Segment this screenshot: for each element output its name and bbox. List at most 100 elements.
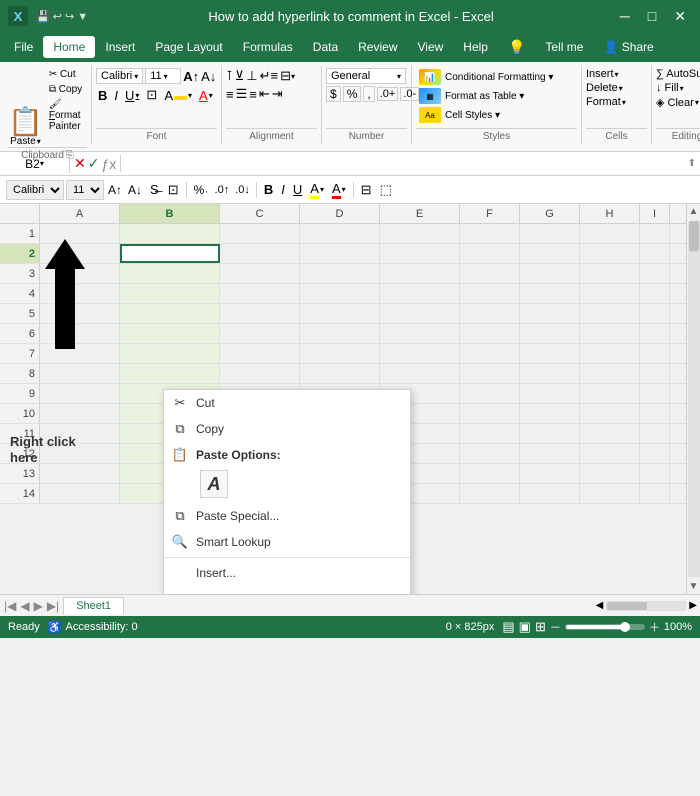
font-family-select[interactable]: Calibri▾ (96, 68, 143, 84)
toolbar-percent-btn[interactable]: % , (191, 182, 211, 198)
menu-file[interactable]: File (4, 36, 43, 58)
toolbar-font-select[interactable]: Calibri (6, 180, 64, 200)
grid-cell[interactable] (380, 284, 460, 303)
grid-cell[interactable] (220, 304, 300, 323)
grid-cell[interactable] (520, 384, 580, 403)
grid-cell[interactable] (220, 244, 300, 263)
menu-share[interactable]: 👤 Share (593, 36, 663, 58)
grid-cell[interactable] (120, 284, 220, 303)
grid-cell[interactable] (220, 364, 300, 383)
toolbar-borders-btn[interactable]: ⊟ (358, 181, 375, 199)
grid-cell[interactable] (520, 264, 580, 283)
insert-cells-btn[interactable]: Insert ▾ (586, 68, 619, 80)
dec-up-btn[interactable]: .0+ (377, 87, 399, 101)
menu-view[interactable]: View (408, 36, 454, 58)
grid-cell[interactable] (300, 224, 380, 243)
grid-cell[interactable] (580, 424, 640, 443)
grid-cell[interactable] (580, 344, 640, 363)
grid-cell[interactable] (460, 304, 520, 323)
toolbar-size-select[interactable]: 11 (66, 180, 104, 200)
sheet-first-btn[interactable]: |◀ (4, 599, 16, 613)
wrap-text-btn[interactable]: ↵≡ (260, 68, 278, 84)
sheet-next-btn[interactable]: ▶ (34, 599, 43, 613)
grid-cell[interactable] (460, 224, 520, 243)
grid-cell[interactable] (520, 224, 580, 243)
grid-cell[interactable] (460, 484, 520, 503)
number-format-select[interactable]: General▾ (326, 68, 406, 84)
horizontal-scrollbar[interactable]: ◀ ▶ (593, 595, 700, 616)
grid-cell[interactable] (460, 464, 520, 483)
ctx-copy[interactable]: ⧉ Copy (164, 416, 410, 442)
toolbar-extra-btn[interactable]: ⬚ (377, 181, 395, 199)
delete-cells-btn[interactable]: Delete ▾ (586, 82, 623, 94)
grid-cell[interactable] (580, 404, 640, 423)
grid-cell[interactable] (380, 224, 460, 243)
currency-btn[interactable]: $ (326, 86, 341, 102)
grid-cell[interactable] (120, 324, 220, 343)
grid-cell[interactable] (380, 364, 460, 383)
merge-center-btn[interactable]: ⊟▾ (280, 68, 295, 84)
grid-cell[interactable] (580, 444, 640, 463)
grid-cell[interactable] (220, 284, 300, 303)
corner-cell[interactable] (0, 204, 40, 223)
minimize-btn[interactable]: ─ (614, 6, 636, 26)
col-header-d[interactable]: D (300, 204, 380, 223)
formula-input[interactable] (121, 162, 683, 166)
toolbar-bold-btn[interactable]: B (261, 181, 276, 198)
grid-cell[interactable] (640, 304, 670, 323)
col-header-i[interactable]: I (640, 204, 670, 223)
toolbar-grow-btn[interactable]: A↑ (106, 182, 124, 198)
toolbar-highlight-btn[interactable]: A▾ (307, 180, 327, 200)
grid-cell[interactable] (380, 264, 460, 283)
align-bottom-btn[interactable]: ⊥ (246, 68, 257, 84)
grid-cell[interactable] (380, 344, 460, 363)
grid-cell[interactable] (220, 224, 300, 243)
grid-cell[interactable] (460, 384, 520, 403)
grid-cell[interactable] (640, 344, 670, 363)
grid-cell[interactable] (380, 324, 460, 343)
font-size-select[interactable]: 11▾ (145, 68, 181, 84)
grid-cell[interactable] (640, 224, 670, 243)
menu-review[interactable]: Review (348, 36, 407, 58)
grid-cell[interactable] (300, 284, 380, 303)
col-header-a[interactable]: A (40, 204, 120, 223)
toolbar-dec-up-btn[interactable]: .0↑ (213, 183, 232, 197)
align-center-btn[interactable]: ☰ (236, 86, 248, 102)
grid-cell[interactable] (300, 324, 380, 343)
percent-btn[interactable]: % (343, 86, 362, 102)
scroll-thumb[interactable] (689, 221, 699, 251)
grid-cell[interactable] (120, 304, 220, 323)
view-layout-btn[interactable]: ▣ (519, 619, 531, 635)
toolbar-strikethrough-btn[interactable]: S̶ (146, 180, 163, 199)
sheet-prev-btn[interactable]: ◀ (20, 599, 29, 613)
zoom-out-btn[interactable]: － (550, 619, 561, 635)
grid-cell[interactable] (120, 224, 220, 243)
ctx-cut[interactable]: ✂ Cut (164, 390, 410, 416)
sheet-last-btn[interactable]: ▶| (47, 599, 59, 613)
scroll-down-btn[interactable]: ▼ (687, 579, 700, 594)
grid-cell[interactable] (580, 264, 640, 283)
grid-cell[interactable] (520, 404, 580, 423)
toolbar-font-color-btn[interactable]: A▾ (329, 180, 349, 200)
grid-cell[interactable] (40, 384, 120, 403)
grid-cell[interactable] (300, 344, 380, 363)
hscroll-left-btn[interactable]: ◀ (593, 600, 607, 611)
cell-reference-box[interactable]: B2 ▾ (0, 155, 70, 173)
grid-cell[interactable] (580, 324, 640, 343)
grid-cell[interactable] (520, 244, 580, 263)
menu-page-layout[interactable]: Page Layout (145, 36, 232, 58)
conditional-formatting-btn[interactable]: 📊 Conditional Formatting ▾ (416, 68, 556, 86)
grid-cell[interactable] (580, 244, 640, 263)
grid-cell[interactable] (640, 404, 670, 423)
grid-cell[interactable] (120, 344, 220, 363)
cut-button[interactable]: ✂ Cut (47, 68, 87, 81)
view-page-break-btn[interactable]: ⊞ (535, 619, 546, 635)
grid-cell[interactable] (380, 304, 460, 323)
col-header-b[interactable]: B (120, 204, 220, 223)
sheet-tab-sheet1[interactable]: Sheet1 (63, 597, 124, 614)
ctx-paste-special[interactable]: ⧉ Paste Special... (164, 503, 410, 529)
zoom-slider-thumb[interactable] (620, 622, 630, 632)
zoom-in-btn[interactable]: ＋ (649, 619, 660, 635)
font-color-button[interactable]: A▾ (197, 87, 215, 104)
grid-cell[interactable] (640, 264, 670, 283)
